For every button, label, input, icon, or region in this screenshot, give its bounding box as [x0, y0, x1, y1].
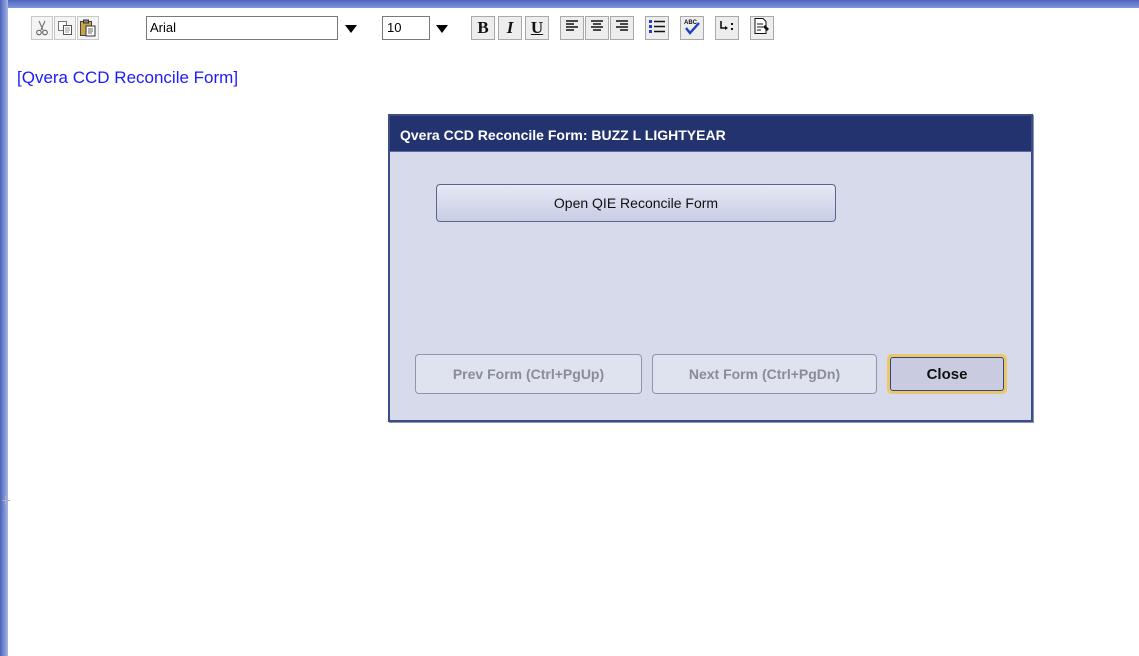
align-left-icon	[564, 18, 580, 39]
align-right-icon	[614, 18, 630, 39]
close-button-label: Close	[890, 357, 1004, 391]
splitter-mark	[2, 500, 10, 501]
bullet-list-button[interactable]	[645, 16, 669, 40]
align-left-button[interactable]	[560, 16, 584, 40]
font-size-field[interactable]: 10	[382, 16, 430, 40]
insert-field-icon	[718, 18, 736, 39]
window-top-border	[0, 0, 1139, 8]
form-icon	[753, 17, 771, 40]
size-dropdown-button[interactable]	[432, 19, 452, 39]
underline-button[interactable]: U	[525, 16, 549, 40]
font-name-field[interactable]: Arial	[146, 16, 338, 40]
chevron-down-icon	[345, 20, 357, 38]
close-button[interactable]: Close	[887, 354, 1007, 394]
paste-button[interactable]	[77, 16, 99, 40]
italic-button[interactable]: I	[498, 16, 522, 40]
insert-field-button[interactable]	[715, 16, 739, 40]
align-center-icon	[589, 18, 605, 39]
window-left-border	[0, 0, 8, 656]
chevron-down-icon	[436, 20, 448, 38]
copy-icon	[57, 20, 73, 36]
dialog-title-bar: Qvera CCD Reconcile Form: BUZZ L LIGHTYE…	[390, 116, 1031, 152]
bullet-list-icon	[648, 18, 666, 39]
align-right-button[interactable]	[610, 16, 634, 40]
spellcheck-button[interactable]: ABC	[680, 16, 704, 40]
paste-icon	[79, 19, 97, 37]
next-form-button[interactable]: Next Form (Ctrl+PgDn)	[652, 354, 877, 394]
copy-button[interactable]	[54, 16, 76, 40]
splitter-mark-vertical	[5, 496, 6, 505]
open-reconcile-form-button[interactable]: Open QIE Reconcile Form	[436, 184, 836, 222]
cut-icon	[34, 20, 50, 36]
prev-form-button[interactable]: Prev Form (Ctrl+PgUp)	[415, 354, 642, 394]
form-button[interactable]	[750, 16, 774, 40]
cut-button[interactable]	[31, 16, 53, 40]
spellcheck-icon: ABC	[683, 17, 701, 40]
align-center-button[interactable]	[585, 16, 609, 40]
reconcile-form-dialog: Qvera CCD Reconcile Form: BUZZ L LIGHTYE…	[388, 114, 1033, 422]
bold-button[interactable]: B	[471, 16, 495, 40]
document-heading: [Qvera CCD Reconcile Form]	[17, 68, 239, 87]
font-dropdown-button[interactable]	[341, 19, 361, 39]
